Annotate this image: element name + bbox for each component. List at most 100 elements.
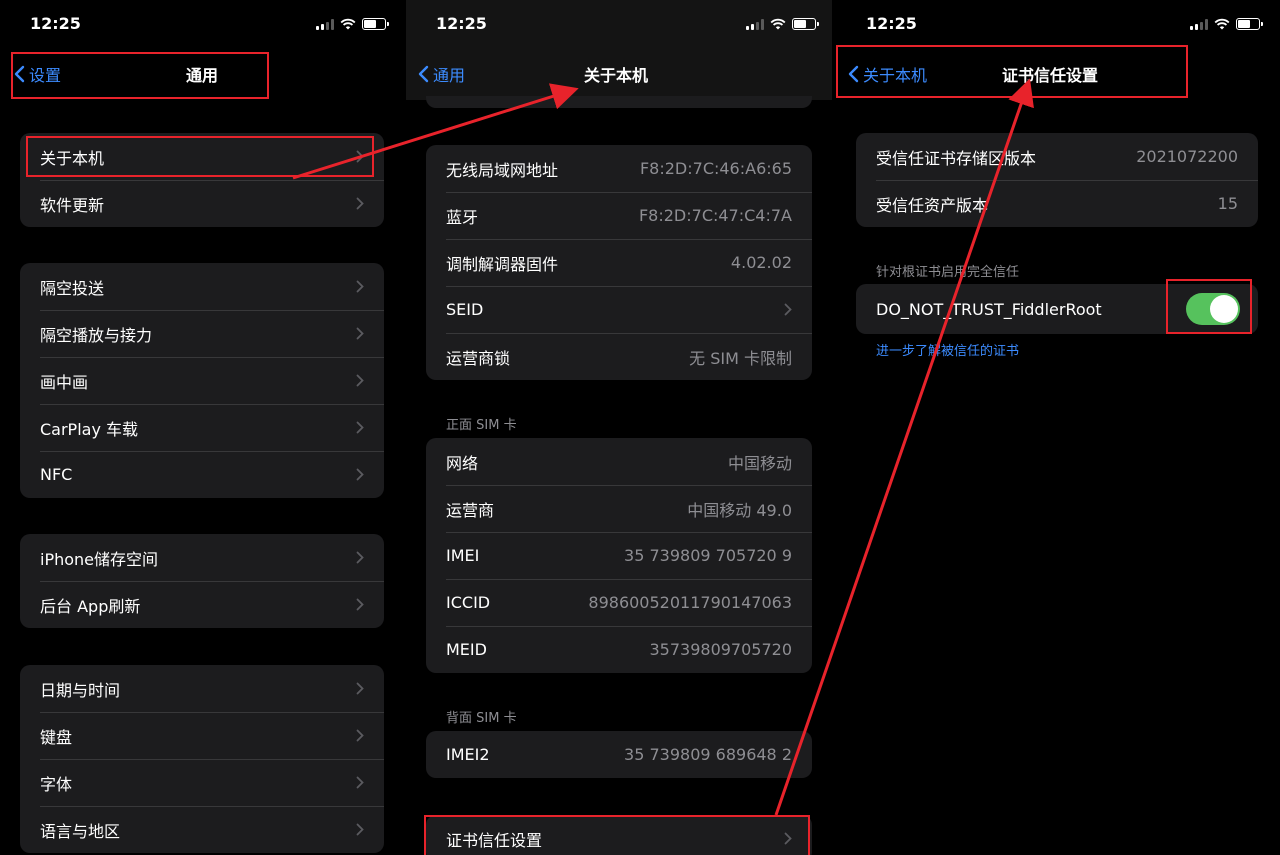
row-bluetooth: 蓝牙 F8:2D:7C:47:C4:7A: [426, 192, 812, 239]
row-label: 后台 App刷新: [40, 596, 141, 616]
row-label: iPhone储存空间: [40, 549, 159, 569]
chevron-right-icon: [356, 682, 364, 695]
row-airdrop[interactable]: 隔空投送: [20, 263, 384, 310]
row-value: 2021072200: [1136, 147, 1238, 166]
chevron-right-icon: [356, 729, 364, 742]
row-label: 网络: [446, 453, 479, 473]
row-label: 调制解调器固件: [446, 254, 559, 274]
row-label: 运营商: [446, 500, 495, 520]
row-label: CarPlay 车载: [40, 419, 139, 439]
scrolled-group-edge: [426, 96, 812, 108]
row-software-update[interactable]: 软件更新: [20, 180, 384, 227]
row-imei: IMEI 35 739809 705720 9: [426, 532, 812, 579]
back-sim-header: 背面 SIM 卡: [446, 711, 517, 726]
chevron-right-icon: [356, 327, 364, 340]
row-label: 关于本机: [40, 148, 105, 168]
row-carrier: 运营商 中国移动 49.0: [426, 485, 812, 532]
wifi-icon: [340, 18, 356, 30]
row-keyboard[interactable]: 键盘: [20, 712, 384, 759]
row-iccid: ICCID 89860052011790147063: [426, 579, 812, 626]
chevron-right-icon: [356, 280, 364, 293]
row-label: 语言与地区: [40, 821, 121, 841]
row-about-phone[interactable]: 关于本机: [20, 133, 384, 180]
row-label: NFC: [40, 465, 73, 484]
back-label: 设置: [29, 66, 62, 85]
row-label: IMEI: [446, 546, 480, 565]
about-phone-screen: 12:25 通用 关于本机 无线局域网地址 F8:2D:7C:46:A6:65 蓝…: [406, 0, 832, 855]
full-trust-section-header: 针对根证书启用完全信任: [876, 265, 1020, 280]
status-time: 12:25: [866, 14, 917, 33]
cert-trust-group: 证书信任设置: [426, 815, 812, 855]
full-trust-toggle[interactable]: [1186, 293, 1240, 325]
chevron-left-icon: [418, 65, 429, 83]
row-value: 中国移动: [727, 453, 792, 473]
back-button[interactable]: 关于本机: [848, 62, 927, 86]
back-label: 关于本机: [863, 66, 928, 85]
battery-icon: [792, 18, 819, 30]
nav-bar: 通用 关于本机: [406, 50, 832, 96]
row-value: 中国移动 49.0: [687, 500, 792, 520]
row-value: 4.02.02: [730, 253, 792, 272]
row-nfc[interactable]: NFC: [20, 451, 384, 498]
row-label: 蓝牙: [446, 207, 479, 227]
row-seid[interactable]: SEID: [426, 286, 812, 333]
row-fonts[interactable]: 字体: [20, 759, 384, 806]
chevron-right-icon: [356, 421, 364, 434]
row-iphone-storage[interactable]: iPhone储存空间: [20, 534, 384, 581]
row-picture-in-picture[interactable]: 画中画: [20, 357, 384, 404]
row-label: 画中画: [40, 372, 89, 392]
row-carrier-lock: 运营商锁 无 SIM 卡限制: [426, 333, 812, 380]
front-sim-header: 正面 SIM 卡: [446, 418, 517, 433]
settings-group-continuity: 隔空投送 隔空播放与接力 画中画 CarPlay 车载 NFC: [20, 263, 384, 498]
chevron-right-icon: [356, 776, 364, 789]
back-sim-group: IMEI2 35 739809 689648 2: [426, 731, 812, 778]
page-title: 证书信任设置: [1002, 66, 1099, 85]
row-label: ICCID: [446, 593, 491, 612]
row-label: 日期与时间: [40, 680, 121, 700]
row-label: 字体: [40, 774, 73, 794]
chevron-right-icon: [356, 374, 364, 387]
battery-icon: [1236, 18, 1263, 30]
status-bar: 12:25: [0, 14, 402, 38]
row-label: 无线局域网地址: [446, 160, 559, 180]
row-airplay-handoff[interactable]: 隔空播放与接力: [20, 310, 384, 357]
wifi-icon: [770, 18, 786, 30]
chevron-left-icon: [14, 65, 25, 83]
chevron-right-icon: [356, 551, 364, 564]
row-value: F8:2D:7C:47:C4:7A: [638, 206, 792, 225]
nav-bar: 关于本机 证书信任设置: [836, 50, 1280, 96]
row-date-time[interactable]: 日期与时间: [20, 665, 384, 712]
row-wifi-address: 无线局域网地址 F8:2D:7C:46:A6:65: [426, 145, 812, 192]
row-label: IMEI2: [446, 745, 490, 764]
row-value: 35 739809 705720 9: [624, 546, 792, 565]
cellular-signal-icon: [746, 18, 764, 30]
chevron-left-icon: [848, 65, 859, 83]
row-cert-trust-settings[interactable]: 证书信任设置: [426, 815, 812, 855]
chevron-right-icon: [356, 823, 364, 836]
cert-trust-screen: 12:25 关于本机 证书信任设置 受信任证书存储区版本 2021072200 受…: [836, 0, 1280, 855]
learn-more-link[interactable]: 进一步了解被信任的证书: [876, 340, 1019, 359]
root-cert-group: DO_NOT_TRUST_FiddlerRoot: [856, 284, 1258, 334]
toggle-knob: [1210, 295, 1238, 323]
back-button[interactable]: 设置: [14, 62, 61, 86]
row-label: 软件更新: [40, 195, 105, 215]
nav-bar: 设置 通用: [0, 50, 402, 96]
row-value: 35739809705720: [649, 640, 792, 659]
chevron-right-icon: [356, 468, 364, 481]
back-button[interactable]: 通用: [418, 62, 465, 86]
row-language-region[interactable]: 语言与地区: [20, 806, 384, 853]
row-label: 证书信任设置: [446, 830, 543, 850]
row-carplay[interactable]: CarPlay 车载: [20, 404, 384, 451]
row-label: SEID: [446, 300, 484, 319]
front-sim-group: 网络 中国移动 运营商 中国移动 49.0 IMEI 35 739809 705720…: [426, 438, 812, 673]
row-trust-asset-version: 受信任资产版本 15: [856, 180, 1258, 227]
row-value: 89860052011790147063: [588, 593, 792, 612]
network-info-group: 无线局域网地址 F8:2D:7C:46:A6:65 蓝牙 F8:2D:7C:47:C…: [426, 145, 812, 380]
status-bar: 12:25: [836, 14, 1280, 38]
row-background-app-refresh[interactable]: 后台 App刷新: [20, 581, 384, 628]
status-time: 12:25: [30, 14, 81, 33]
wifi-icon: [1214, 18, 1230, 30]
row-modem-firmware: 调制解调器固件 4.02.02: [426, 239, 812, 286]
cert-name: DO_NOT_TRUST_FiddlerRoot: [876, 299, 1102, 319]
chevron-right-icon: [784, 303, 792, 316]
